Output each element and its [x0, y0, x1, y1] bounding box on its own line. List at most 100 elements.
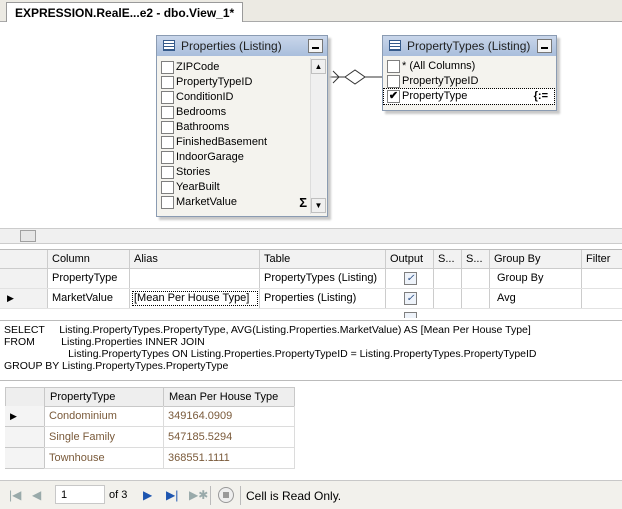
results-header-mean[interactable]: Mean Per House Type [163, 387, 295, 407]
field-checkbox[interactable] [161, 61, 174, 74]
table-header[interactable]: Table [260, 250, 386, 268]
field-row[interactable]: Bathrooms [158, 120, 311, 135]
propertytypes-table-header[interactable]: PropertyTypes (Listing) [383, 36, 556, 56]
properties-scrollbar[interactable]: ▲ ▼ [310, 58, 326, 214]
filter-header[interactable]: Filter [582, 250, 622, 268]
field-checkbox[interactable] [161, 121, 174, 134]
properties-table-header[interactable]: Properties (Listing) [157, 36, 327, 56]
grid-cell-table[interactable]: PropertyTypes (Listing) [260, 269, 386, 288]
field-row[interactable]: YearBuilt [158, 180, 311, 195]
divider [210, 486, 211, 505]
field-row[interactable]: PropertyTypeID [158, 75, 311, 90]
grid-cell-sort-order[interactable] [462, 289, 490, 308]
document-tab[interactable]: EXPRESSION.RealE...e2 - dbo.View_1* [6, 2, 244, 22]
grid-cell-sort-type[interactable] [434, 289, 462, 308]
grid-row[interactable]: PropertyType PropertyTypes (Listing) ✓ G… [0, 269, 622, 289]
sort-type-header[interactable]: S... [434, 250, 462, 268]
grid-row[interactable]: ▶ MarketValue [Mean Per House Type] Prop… [0, 289, 622, 309]
sort-order-header[interactable]: S... [462, 250, 490, 268]
column-header[interactable]: Column [48, 250, 130, 268]
field-checkbox[interactable] [161, 151, 174, 164]
output-checkbox[interactable]: ✓ [404, 292, 417, 305]
scroll-down-icon[interactable]: ▼ [311, 198, 326, 213]
current-row-arrow-icon[interactable]: ▶ [5, 406, 45, 427]
last-record-icon[interactable]: ▶| [166, 489, 178, 501]
grid-cell-filter[interactable] [582, 269, 622, 288]
propertytypes-table-title: PropertyTypes (Listing) [407, 39, 531, 53]
minimize-icon[interactable] [308, 39, 323, 53]
field-checkbox[interactable] [387, 60, 400, 73]
field-checkbox[interactable] [161, 181, 174, 194]
field-row[interactable]: ZIPCode [158, 60, 311, 75]
propertytypes-field-list: * (All Columns) PropertyTypeID ✔ PropertyTy… [383, 59, 555, 105]
sql-pane[interactable]: SELECT Listing.PropertyTypes.PropertyTyp… [0, 320, 622, 378]
scroll-thumb[interactable] [20, 230, 36, 242]
previous-record-icon[interactable]: ◀ [32, 489, 41, 501]
field-label: * (All Columns) [402, 60, 476, 72]
grid-cell-column[interactable]: PropertyType [48, 269, 130, 288]
field-label: PropertyType [402, 90, 468, 102]
field-checkbox[interactable] [161, 136, 174, 149]
properties-table-box[interactable]: Properties (Listing) ZIPCode PropertyType… [156, 35, 328, 217]
field-row[interactable]: ✔ PropertyType {:= [383, 88, 555, 105]
grid-cell-group-by[interactable]: Group By [490, 269, 582, 288]
first-record-icon[interactable]: |◀ [9, 489, 21, 501]
current-row-arrow-icon[interactable]: ▶ [0, 289, 48, 308]
results-header-propertytype[interactable]: PropertyType [44, 387, 164, 407]
current-record-input[interactable]: 1 [55, 485, 105, 504]
output-header[interactable]: Output [386, 250, 434, 268]
properties-table-title: Properties (Listing) [181, 39, 282, 53]
grid-cell-sort-type[interactable] [434, 269, 462, 288]
grid-cell-alias[interactable]: [Mean Per House Type] [130, 289, 260, 308]
field-checkbox[interactable] [161, 166, 174, 179]
grid-cell-column[interactable]: MarketValue [48, 289, 130, 308]
field-checkbox[interactable] [161, 91, 174, 104]
propertytypes-table-box[interactable]: PropertyTypes (Listing) * (All Columns) P… [382, 35, 557, 111]
group-by-header[interactable]: Group By [490, 250, 582, 268]
grid-cell-sort-order[interactable] [462, 269, 490, 288]
new-record-icon[interactable]: ▶✱ [189, 489, 208, 501]
field-row[interactable]: ConditionID [158, 90, 311, 105]
grid-cell-output[interactable]: ✓ [386, 269, 434, 288]
field-row[interactable]: Bedrooms [158, 105, 311, 120]
results-cell[interactable]: Single Family [44, 427, 164, 448]
grid-cell-group-by[interactable]: Avg [490, 289, 582, 308]
row-selector[interactable] [5, 448, 45, 469]
grid-cell-alias[interactable] [130, 269, 260, 288]
results-cell[interactable]: 368551.1111 [163, 448, 295, 469]
field-label: PropertyTypeID [176, 76, 253, 88]
field-row[interactable]: PropertyTypeID [384, 74, 554, 89]
field-checkbox[interactable] [161, 76, 174, 89]
output-checkbox-partial[interactable] [404, 312, 417, 318]
field-checkbox[interactable] [387, 75, 400, 88]
alias-header[interactable]: Alias [130, 250, 260, 268]
grid-cell-table[interactable]: Properties (Listing) [260, 289, 386, 308]
field-label: ConditionID [176, 91, 234, 103]
grid-cell-filter[interactable] [582, 289, 622, 308]
minimize-icon[interactable] [537, 39, 552, 53]
results-cell[interactable]: 349164.0909 [163, 406, 295, 427]
field-checkbox[interactable]: ✔ [387, 90, 400, 103]
results-cell[interactable]: 547185.5294 [163, 427, 295, 448]
field-row[interactable]: * (All Columns) [384, 59, 554, 74]
scroll-up-icon[interactable]: ▲ [311, 59, 326, 74]
results-cell[interactable]: Townhouse [44, 448, 164, 469]
output-checkbox[interactable]: ✓ [404, 272, 417, 285]
grid-cell-output[interactable]: ✓ [386, 289, 434, 308]
row-selector[interactable] [5, 427, 45, 448]
diagram-horizontal-scrollbar[interactable] [0, 228, 622, 244]
field-row[interactable]: MarketValue Σ [158, 195, 311, 210]
field-checkbox[interactable] [161, 106, 174, 119]
field-row[interactable]: IndoorGarage [158, 150, 311, 165]
stop-icon[interactable] [218, 487, 234, 503]
results-cell[interactable]: Condominium [44, 406, 164, 427]
join-line[interactable] [325, 67, 385, 87]
sql-line: GROUP BY Listing.PropertyTypes.PropertyT… [4, 360, 229, 372]
row-selector[interactable] [0, 269, 48, 288]
field-checkbox[interactable] [161, 196, 174, 209]
table-icon [163, 40, 175, 51]
field-row[interactable]: FinishedBasement [158, 135, 311, 150]
field-row[interactable]: Stories [158, 165, 311, 180]
divider [240, 486, 241, 505]
next-record-icon[interactable]: ▶ [143, 489, 152, 501]
